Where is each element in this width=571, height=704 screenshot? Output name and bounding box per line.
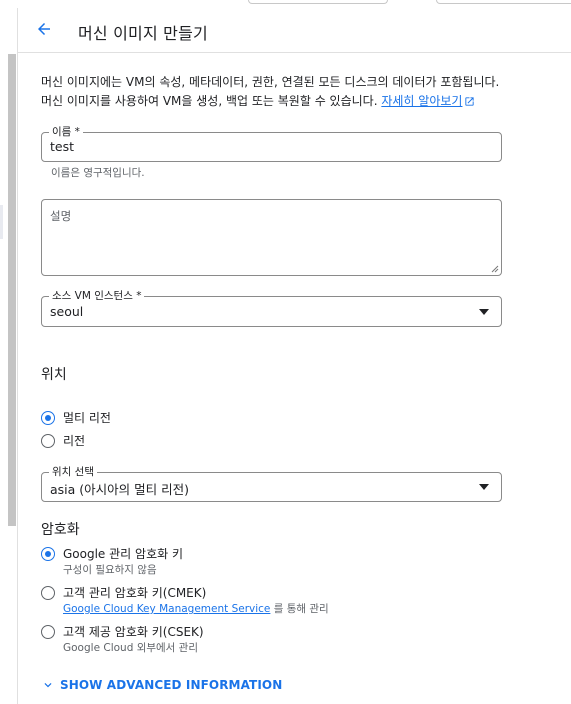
kms-suffix: 를 통해 관리 [270,603,329,615]
source-vm-select[interactable]: 소스 VM 인스턴스 * seoul [41,289,502,327]
description-text: 머신 이미지에는 VM의 속성, 메타데이터, 권한, 연결된 모든 디스크의 … [41,73,501,111]
left-panel-marker [0,205,3,239]
location-heading: 위치 [41,367,67,383]
location-select-label: 위치 선택 [49,465,97,479]
back-button[interactable] [32,17,56,41]
name-field-label: 이름 * [49,125,83,139]
radio-sublabel: 구성이 필요하지 않음 [63,564,157,576]
encryption-cmek-radio[interactable]: 고객 관리 암호화 키(CMEK) Google Cloud Key Manag… [41,585,329,617]
chevron-down-icon [44,683,52,688]
location-select-value: asia (아시아의 멀티 리전) [50,482,189,497]
page-title: 머신 이미지 만들기 [78,24,208,43]
location-select[interactable]: 위치 선택 asia (아시아의 멀티 리전) [41,465,502,502]
name-input-value[interactable]: test [50,139,74,154]
encryption-heading: 암호화 [41,522,80,538]
radio-label: 리전 [63,434,86,448]
open-in-new-icon [465,97,475,106]
source-vm-value: seoul [50,304,84,319]
location-multi-region-radio[interactable]: 멀티 리전 [41,410,111,427]
radio-label: 멀티 리전 [63,411,111,425]
radio-checked-icon [41,547,55,561]
radio-unchecked-icon [41,586,55,600]
learn-more-link[interactable]: 자세히 알아보기 [381,94,462,108]
name-hint: 이름은 영구적입니다. [51,167,145,179]
radio-unchecked-icon [41,625,55,639]
radio-label: 고객 관리 암호화 키(CMEK) [63,586,207,600]
radio-checked-icon [41,411,55,425]
arrow-back-icon [38,23,50,35]
resize-handle-icon[interactable] [491,265,499,273]
radio-label: Google 관리 암호화 키 [63,547,184,561]
show-advanced-label: SHOW ADVANCED INFORMATION [60,678,283,692]
radio-sublabel: Google Cloud 외부에서 관리 [63,642,198,654]
encryption-csek-radio[interactable]: 고객 제공 암호화 키(CSEK) Google Cloud 외부에서 관리 [41,624,204,656]
radio-unchecked-icon [41,434,55,448]
encryption-google-managed-radio[interactable]: Google 관리 암호화 키 구성이 필요하지 않음 [41,546,183,578]
show-advanced-button[interactable]: SHOW ADVANCED INFORMATION [41,678,282,692]
radio-sublabel: Google Cloud Key Management Service 를 통해… [63,602,329,617]
description-textarea[interactable]: 설명 [41,199,502,276]
top-field-remnant [248,0,388,4]
dropdown-arrow-icon [479,484,489,490]
page-header: 머신 이미지 만들기 [18,8,571,53]
top-field-remnant [436,0,571,4]
dropdown-arrow-icon [479,308,489,315]
description-placeholder: 설명 [50,209,72,223]
name-field[interactable]: 이름 * test [41,125,502,162]
scrollbar-thumb[interactable] [8,54,16,526]
radio-label: 고객 제공 암호화 키(CSEK) [63,625,204,639]
source-vm-label: 소스 VM 인스턴스 * [49,289,145,303]
kms-link[interactable]: Google Cloud Key Management Service [63,603,270,615]
location-region-radio[interactable]: 리전 [41,433,85,450]
